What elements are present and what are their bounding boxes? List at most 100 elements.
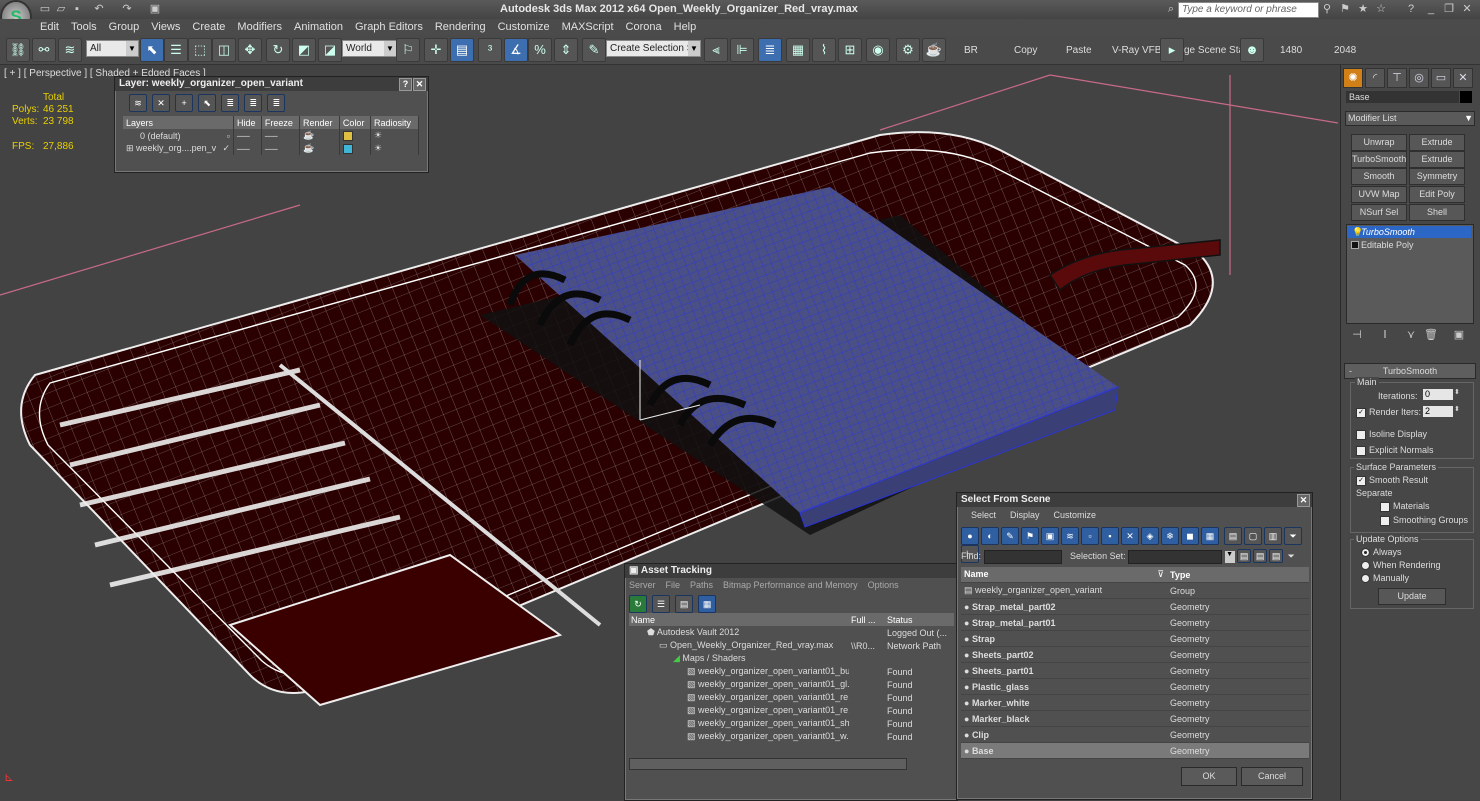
col-name[interactable]: Name ⊽ <box>961 567 1167 583</box>
reference-coordinate-dropdown[interactable]: World ▼ <box>342 40 397 57</box>
update-button[interactable]: Update <box>1378 588 1446 605</box>
spinner-arrows-icon[interactable]: ⬍ <box>1454 388 1460 396</box>
scene-row[interactable]: ● Clip Geometry <box>961 726 1309 743</box>
object-color-swatch[interactable] <box>1460 91 1472 103</box>
menu-edit[interactable]: Edit <box>34 19 65 35</box>
help-icon[interactable]: ? <box>1404 2 1418 16</box>
expand-icon[interactable]: ⊞ <box>126 143 136 153</box>
link-icon[interactable]: ⛓ <box>6 38 30 62</box>
subscription-icon[interactable]: ⚑ <box>1338 2 1352 16</box>
cancel-button[interactable]: Cancel <box>1241 767 1303 786</box>
filter-icon[interactable]: ⏷ <box>1284 527 1303 545</box>
asset-row[interactable]: ▧ weekly_organizer_open_variant01_bu... F… <box>629 665 954 678</box>
list-view-icon[interactable]: ☰ <box>652 595 671 613</box>
select-none-icon[interactable]: ▢ <box>1244 527 1263 545</box>
display-tab-icon[interactable]: ▭ <box>1431 68 1451 88</box>
material-editor-icon[interactable]: ◉ <box>866 38 890 62</box>
display-groups-icon[interactable]: ▫ <box>1081 527 1099 545</box>
display-xrefs-icon[interactable]: ▪ <box>1101 527 1119 545</box>
select-close-button[interactable]: ✕ <box>1297 494 1310 507</box>
select-window-title[interactable]: Select From Scene ✕ <box>957 493 1312 507</box>
display-bones-icon[interactable]: ✕ <box>1121 527 1139 545</box>
asset-row[interactable]: ▧ weekly_organizer_open_variant01_gl... F… <box>629 678 954 691</box>
menu-animation[interactable]: Animation <box>288 19 349 35</box>
snaps-toggle-icon[interactable]: ³ <box>478 38 502 62</box>
iterations-spinner[interactable]: 0 <box>1423 389 1453 400</box>
select-menu-select[interactable]: Select <box>971 510 996 520</box>
asset-menu-paths[interactable]: Paths <box>690 580 713 590</box>
select-rotate-icon[interactable]: ↻ <box>266 38 290 62</box>
make-unique-icon[interactable]: ⋎ <box>1404 328 1418 342</box>
layer-color-swatch[interactable] <box>339 142 371 155</box>
explicit-normals-checkbox[interactable]: Explicit Normals <box>1356 445 1434 456</box>
bind-spacewarp-icon[interactable]: ≋ <box>58 38 82 62</box>
radiosity-icon[interactable]: ☀ <box>370 129 420 142</box>
nsurf-sel-button[interactable]: NSurf Sel <box>1351 204 1407 221</box>
col-hide[interactable]: Hide <box>233 116 262 129</box>
angle-snap-icon[interactable]: ∡ <box>504 38 528 62</box>
layer-name[interactable]: 0 (default) ▫ <box>123 129 234 142</box>
toolbar-label-scene-stats[interactable]: ge Scene Stat <box>1184 45 1247 56</box>
close-icon[interactable]: ✕ <box>1460 2 1474 16</box>
menu-graph-editors[interactable]: Graph Editors <box>349 19 429 35</box>
render-setup-icon[interactable]: ⚙ <box>896 38 920 62</box>
render-preset-icon[interactable]: ☻ <box>1240 38 1264 62</box>
modify-tab-icon[interactable]: ◜ <box>1365 68 1385 88</box>
shell-button[interactable]: Shell <box>1409 204 1465 221</box>
align-icon[interactable]: ⊫ <box>730 38 754 62</box>
layer-row[interactable]: 0 (default) ▫ ── ── ☕ ☀ <box>123 129 420 142</box>
scene-row[interactable]: ● Sheets_part01 Geometry <box>961 662 1309 679</box>
scripts-icon[interactable]: ▸ <box>1160 38 1184 62</box>
selection-filter-dropdown[interactable]: All ▼ <box>86 40 139 57</box>
percent-snap-icon[interactable]: % <box>528 38 552 62</box>
menu-rendering[interactable]: Rendering <box>429 19 492 35</box>
toolbar-label-vray-vfb[interactable]: V-Ray VFB <box>1112 45 1161 56</box>
minimize-icon[interactable]: _ <box>1424 2 1438 16</box>
stack-item-turbosmooth[interactable]: TurboSmooth <box>1347 226 1471 238</box>
col-full-path[interactable]: Full ... <box>849 613 885 626</box>
layer-close-button[interactable]: ✕ <box>413 78 426 91</box>
communication-icon[interactable]: ★ <box>1356 2 1370 16</box>
add-selection-set-icon[interactable]: ▤ <box>1237 549 1252 563</box>
refresh-icon[interactable]: ↻ <box>629 595 647 613</box>
keyboard-shortcut-override-icon[interactable]: ▤ <box>450 38 474 62</box>
menu-help[interactable]: Help <box>668 19 703 35</box>
unwrap-uvw-button[interactable]: Unwrap UVW <box>1351 134 1407 162</box>
search-icon[interactable]: ⌕ <box>1164 2 1178 16</box>
layer-active-check-icon[interactable]: ✓ <box>222 143 230 154</box>
expand-icon[interactable] <box>1351 241 1359 249</box>
select-by-name-icon[interactable]: ☰ <box>164 38 188 62</box>
display-spacewarps-icon[interactable]: ≋ <box>1061 527 1079 545</box>
select-object-icon[interactable]: ⬉ <box>140 38 164 62</box>
asset-row[interactable]: ▧ weekly_organizer_open_variant01_sh... F… <box>629 717 954 730</box>
delete-layer-icon[interactable]: ✕ <box>152 94 171 112</box>
spinner-snap-icon[interactable]: ⇕ <box>554 38 578 62</box>
ok-button[interactable]: OK <box>1181 767 1237 786</box>
hierarchy-tab-icon[interactable]: ⊤ <box>1387 68 1407 88</box>
edit-selection-set-icon[interactable]: ▤ <box>1269 549 1284 563</box>
expand-options-icon[interactable]: ⏷ <box>1288 551 1295 561</box>
layer-row[interactable]: ⊞ weekly_org....pen_v ✓ ── ── ☕ ☀ <box>123 142 420 155</box>
extrude-button[interactable]: Extrude <box>1409 134 1465 151</box>
always-radio[interactable]: Always <box>1361 547 1402 558</box>
lightbulb-icon[interactable]: 💡 <box>1352 227 1363 238</box>
asset-row[interactable]: ▧ weekly_organizer_open_variant01_w... Fo… <box>629 730 954 743</box>
object-name-field[interactable]: Base <box>1346 91 1459 103</box>
toolbar-label-copy[interactable]: Copy <box>1014 45 1037 56</box>
highlight-layer-icon[interactable]: ≣ <box>221 94 240 112</box>
asset-tracking-window[interactable]: ▣ Asset Tracking Server File Paths Bitmap P… <box>624 563 958 801</box>
add-to-layer-icon[interactable]: + <box>175 94 194 112</box>
menu-maxscript[interactable]: MAXScript <box>556 19 620 35</box>
favorites-icon[interactable]: ☆ <box>1374 2 1388 16</box>
layer-manager-window[interactable]: Layer: weekly_organizer_open_variant ? ✕… <box>114 76 429 173</box>
spinner-arrows-icon[interactable]: ⬍ <box>1454 405 1460 413</box>
asset-row[interactable]: ▧ weekly_organizer_open_variant01_re... F… <box>629 691 954 704</box>
asset-row[interactable]: ◢ Maps / Shaders <box>629 652 954 665</box>
asset-menu-server[interactable]: Server <box>629 580 656 590</box>
render-teapot-icon[interactable]: ☕ <box>299 142 340 155</box>
curve-editor-icon[interactable]: ⌇ <box>812 38 836 62</box>
utilities-tab-icon[interactable]: ✕ <box>1453 68 1473 88</box>
toolbar-label-2048[interactable]: 2048 <box>1334 45 1356 56</box>
col-name[interactable]: Name <box>629 613 849 626</box>
asset-row[interactable]: ▧ weekly_organizer_open_variant01_re... F… <box>629 704 954 717</box>
